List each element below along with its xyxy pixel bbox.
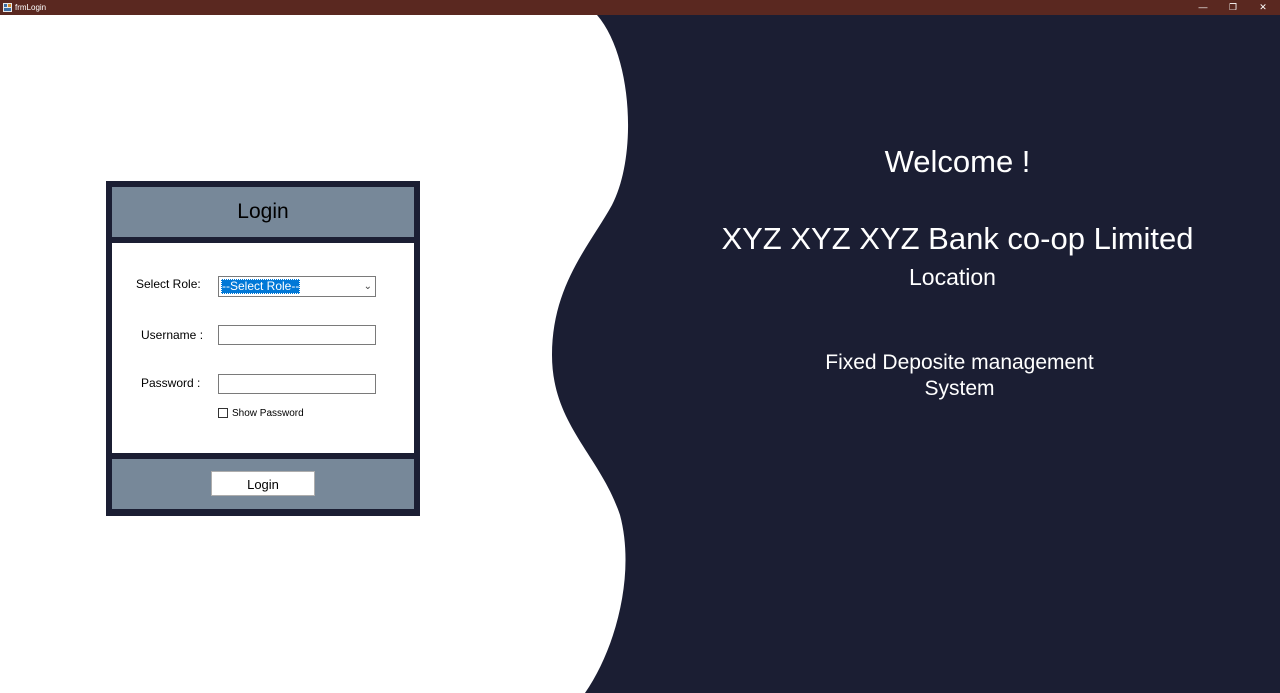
role-selected-value: --Select Role-- (221, 279, 301, 294)
login-panel: Login (106, 181, 420, 516)
welcome-heading: Welcome ! (884, 144, 1031, 179)
login-button[interactable]: Login (211, 471, 315, 496)
checkbox-icon[interactable] (218, 408, 228, 418)
minimize-button[interactable]: — (1188, 0, 1218, 15)
restore-button[interactable]: ❐ (1218, 0, 1248, 15)
show-password-label: Show Password (232, 407, 304, 419)
chevron-down-icon: ⌄ (363, 281, 372, 292)
window-title: frmLogin (15, 3, 47, 12)
login-form-body (112, 243, 414, 453)
password-field[interactable] (218, 374, 376, 394)
system-title-line1: Fixed Deposite management (825, 351, 1094, 374)
location-text: Location (909, 264, 996, 290)
login-header: Login (112, 187, 414, 237)
role-label: Select Role: (136, 277, 201, 291)
close-button[interactable]: ✕ (1248, 0, 1278, 15)
system-title-line2: System (924, 377, 995, 400)
bank-name: XYZ XYZ XYZ Bank co-op Limited (721, 221, 1194, 256)
username-label: Username : (141, 328, 204, 342)
role-select[interactable]: --Select Role-- ⌄ (218, 276, 376, 297)
app-icon (3, 3, 12, 12)
title-bar: frmLogin — ❐ ✕ (0, 0, 1280, 15)
password-label: Password : (141, 376, 201, 390)
username-field[interactable] (218, 325, 376, 345)
show-password-checkbox[interactable]: Show Password (218, 407, 304, 419)
